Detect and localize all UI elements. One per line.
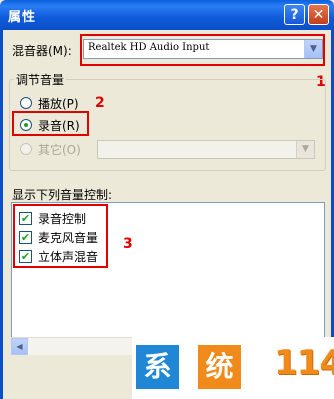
annotation-box-1 [80, 34, 325, 66]
scroll-left-icon[interactable]: ◀ [11, 338, 28, 355]
annotation-box-3 [13, 204, 108, 268]
chevron-down-icon: ▼ [296, 141, 314, 158]
annotation-box-2 [12, 111, 89, 136]
watermark-number: 114 [274, 343, 334, 383]
window-border-left [0, 30, 3, 399]
other-device-select: ▼ [97, 140, 315, 159]
mixer-label: 混音器(M): [12, 44, 72, 58]
radio-other [20, 143, 32, 155]
volume-group-title: 调节音量 [14, 71, 67, 88]
annotation-number-3: 3 [123, 236, 133, 252]
watermark-char-1: 系 [136, 345, 179, 389]
controls-group-title: 显示下列音量控制: [12, 188, 113, 202]
radio-playback[interactable] [20, 97, 32, 109]
close-button[interactable]: ✕ [308, 4, 329, 25]
help-button[interactable]: ? [284, 4, 305, 25]
window-title: 属性 [8, 10, 37, 25]
radio-playback-label[interactable]: 播放(P) [38, 95, 79, 112]
watermark-char-2: 统 [198, 345, 241, 389]
annotation-number-2: 2 [95, 95, 105, 111]
radio-other-label: 其它(O) [38, 143, 81, 157]
watermark-logo: 系 统 114 [132, 337, 334, 399]
title-bar[interactable]: 属性 ? ✕ [0, 0, 334, 30]
